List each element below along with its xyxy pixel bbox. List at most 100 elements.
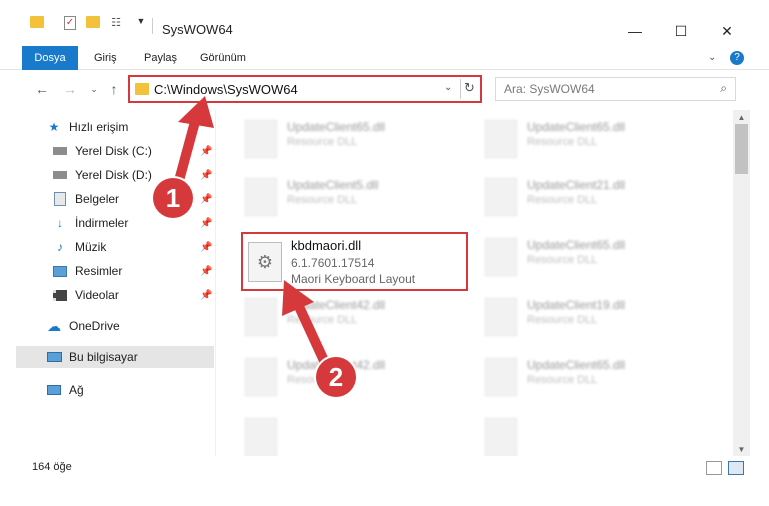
file-description: Maori Keyboard Layout xyxy=(291,272,416,286)
title-bar: ✓ ☷ ▼ SysWOW64 — ☐ ✕ xyxy=(0,0,769,46)
refresh-icon[interactable]: ↻ xyxy=(464,80,475,96)
minimize-button[interactable]: — xyxy=(612,16,658,46)
dll-file-icon xyxy=(245,298,277,336)
sidebar-item-downloads[interactable]: ↓ İndirmeler xyxy=(52,212,128,234)
file-type: Resource DLL xyxy=(527,254,598,266)
list-item[interactable] xyxy=(479,412,704,456)
sidebar-item-videos[interactable]: Videolar xyxy=(52,284,119,306)
disk-icon xyxy=(52,143,68,159)
sidebar-item-label: Videolar xyxy=(75,288,119,302)
dll-file-icon xyxy=(485,418,517,456)
list-item[interactable] xyxy=(239,412,464,456)
close-button[interactable]: ✕ xyxy=(704,16,750,46)
pin-icon[interactable]: 📌 xyxy=(200,146,212,157)
sidebar-item-music[interactable]: ♪ Müzik xyxy=(52,236,106,258)
disk-icon xyxy=(52,167,68,183)
sidebar-item-quick-access[interactable]: ★ Hızlı erişim xyxy=(46,116,129,138)
list-item[interactable]: UpdateClient5.dll Resource DLL xyxy=(239,172,464,222)
file-version: 6.1.7601.17514 xyxy=(291,256,375,270)
file-type: Resource DLL xyxy=(527,194,598,206)
pin-icon[interactable]: 📌 xyxy=(200,170,212,181)
list-item[interactable]: UpdateClient21.dll Resource DLL xyxy=(479,172,704,222)
sidebar-item-label: Yerel Disk (D:) xyxy=(75,168,152,182)
sidebar-item-label: Yerel Disk (C:) xyxy=(75,144,152,158)
pictures-icon xyxy=(52,263,68,279)
sidebar-item-label: OneDrive xyxy=(69,319,120,333)
navigation-pane: ★ Hızlı erişim Yerel Disk (C:) 📌 Yerel D… xyxy=(0,110,216,456)
address-path[interactable]: C:\Windows\SysWOW64 xyxy=(154,82,298,97)
list-item[interactable]: UpdateClient42.dll Resource DLL xyxy=(239,292,464,342)
tab-home[interactable]: Giriş xyxy=(84,46,127,70)
list-item[interactable]: UpdateClient65.dll Resource DLL xyxy=(479,114,704,164)
sidebar-item-label: Belgeler xyxy=(75,192,120,206)
title-separator xyxy=(152,18,153,34)
item-count: 164 öğe xyxy=(32,461,72,473)
chevron-down-icon[interactable]: ▼ xyxy=(136,16,146,26)
sidebar-item-label: Bu bilgisayar xyxy=(69,350,138,364)
cloud-icon: ☁ xyxy=(47,317,61,334)
folder-icon xyxy=(135,83,149,95)
vertical-scrollbar[interactable]: ▲ ▼ xyxy=(733,110,750,456)
sidebar-item-label: Ağ xyxy=(69,383,84,397)
highlighted-file-kbdmaori[interactable]: ⚙ kbdmaori.dll 6.1.7601.17514 Maori Keyb… xyxy=(241,232,468,291)
pin-icon[interactable]: 📌 xyxy=(200,290,212,301)
sidebar-item-network[interactable]: Ağ xyxy=(46,379,84,401)
scroll-thumb[interactable] xyxy=(735,124,748,174)
sidebar-item-local-disk-d[interactable]: Yerel Disk (D:) xyxy=(52,164,152,186)
search-input[interactable]: Ara: SysWOW64 ⌕ xyxy=(495,77,736,101)
sidebar-item-onedrive[interactable]: ☁ OneDrive xyxy=(46,315,120,337)
sidebar-item-documents[interactable]: Belgeler xyxy=(52,188,119,210)
documents-icon xyxy=(52,191,68,207)
list-item[interactable]: UpdateClient65.dll Resource DLL xyxy=(239,114,464,164)
tab-view[interactable]: Görünüm xyxy=(190,46,256,70)
dll-file-icon xyxy=(485,120,517,158)
list-item[interactable]: UpdateClient65.dll Resource DLL xyxy=(479,232,704,282)
properties-icon[interactable]: ✓ xyxy=(62,16,78,30)
address-bar[interactable]: C:\Windows\SysWOW64 ⌄ ↻ xyxy=(128,75,482,103)
file-name: UpdateClient65.dll xyxy=(287,120,386,134)
sidebar-item-label: İndirmeler xyxy=(75,216,129,230)
help-icon[interactable]: ? xyxy=(730,51,744,65)
scroll-down-icon[interactable]: ▼ xyxy=(733,442,750,456)
up-arrow-icon[interactable]: ↑ xyxy=(104,79,124,99)
list-item[interactable]: UpdateClient19.dll Resource DLL xyxy=(479,292,704,342)
new-folder-icon[interactable] xyxy=(86,16,100,28)
pin-icon[interactable]: 📌 xyxy=(200,266,212,277)
pin-icon[interactable]: 📌 xyxy=(200,242,212,253)
sidebar-item-local-disk-c[interactable]: Yerel Disk (C:) xyxy=(52,140,222,162)
file-name: UpdateClient42.dll xyxy=(287,298,386,312)
customize-toolbar-icon[interactable]: ☷ xyxy=(108,16,124,29)
dll-file-icon xyxy=(485,298,517,336)
sidebar-item-pictures[interactable]: Resimler xyxy=(52,260,122,282)
details-view-icon[interactable] xyxy=(706,461,722,475)
pin-icon[interactable]: 📌 xyxy=(200,194,212,205)
sidebar-item-label: Resimler xyxy=(75,264,123,278)
maximize-button[interactable]: ☐ xyxy=(658,16,704,46)
tab-file[interactable]: Dosya xyxy=(22,46,78,70)
forward-arrow-icon[interactable]: → xyxy=(60,79,80,99)
download-icon: ↓ xyxy=(57,216,63,230)
large-icons-view-icon[interactable] xyxy=(728,461,744,475)
dll-file-icon xyxy=(485,358,517,396)
list-item[interactable]: UpdateClient65.dll Resource DLL xyxy=(479,352,704,402)
folder-icon xyxy=(30,16,44,28)
file-type: Resource DLL xyxy=(527,136,598,148)
dll-file-icon xyxy=(245,178,277,216)
address-separator xyxy=(460,79,461,99)
file-name: UpdateClient5.dll xyxy=(287,178,379,192)
expand-ribbon-icon[interactable]: ⌄ xyxy=(708,52,716,63)
file-type: Resource DLL xyxy=(287,136,358,148)
dll-file-icon xyxy=(485,238,517,276)
scroll-up-icon[interactable]: ▲ xyxy=(733,110,750,124)
chevron-down-icon[interactable]: ⌄ xyxy=(444,82,452,93)
pin-icon[interactable]: 📌 xyxy=(200,218,212,229)
file-type: Resource DLL xyxy=(287,314,358,326)
back-arrow-icon[interactable]: ← xyxy=(32,79,52,99)
search-icon[interactable]: ⌕ xyxy=(720,81,727,96)
dll-file-icon xyxy=(245,418,277,456)
file-name: UpdateClient65.dll xyxy=(527,238,626,252)
sidebar-item-this-pc[interactable]: Bu bilgisayar xyxy=(16,346,214,368)
network-icon xyxy=(46,382,62,398)
tab-share[interactable]: Paylaş xyxy=(134,46,187,70)
recent-locations-icon[interactable]: ⌄ xyxy=(84,79,104,99)
